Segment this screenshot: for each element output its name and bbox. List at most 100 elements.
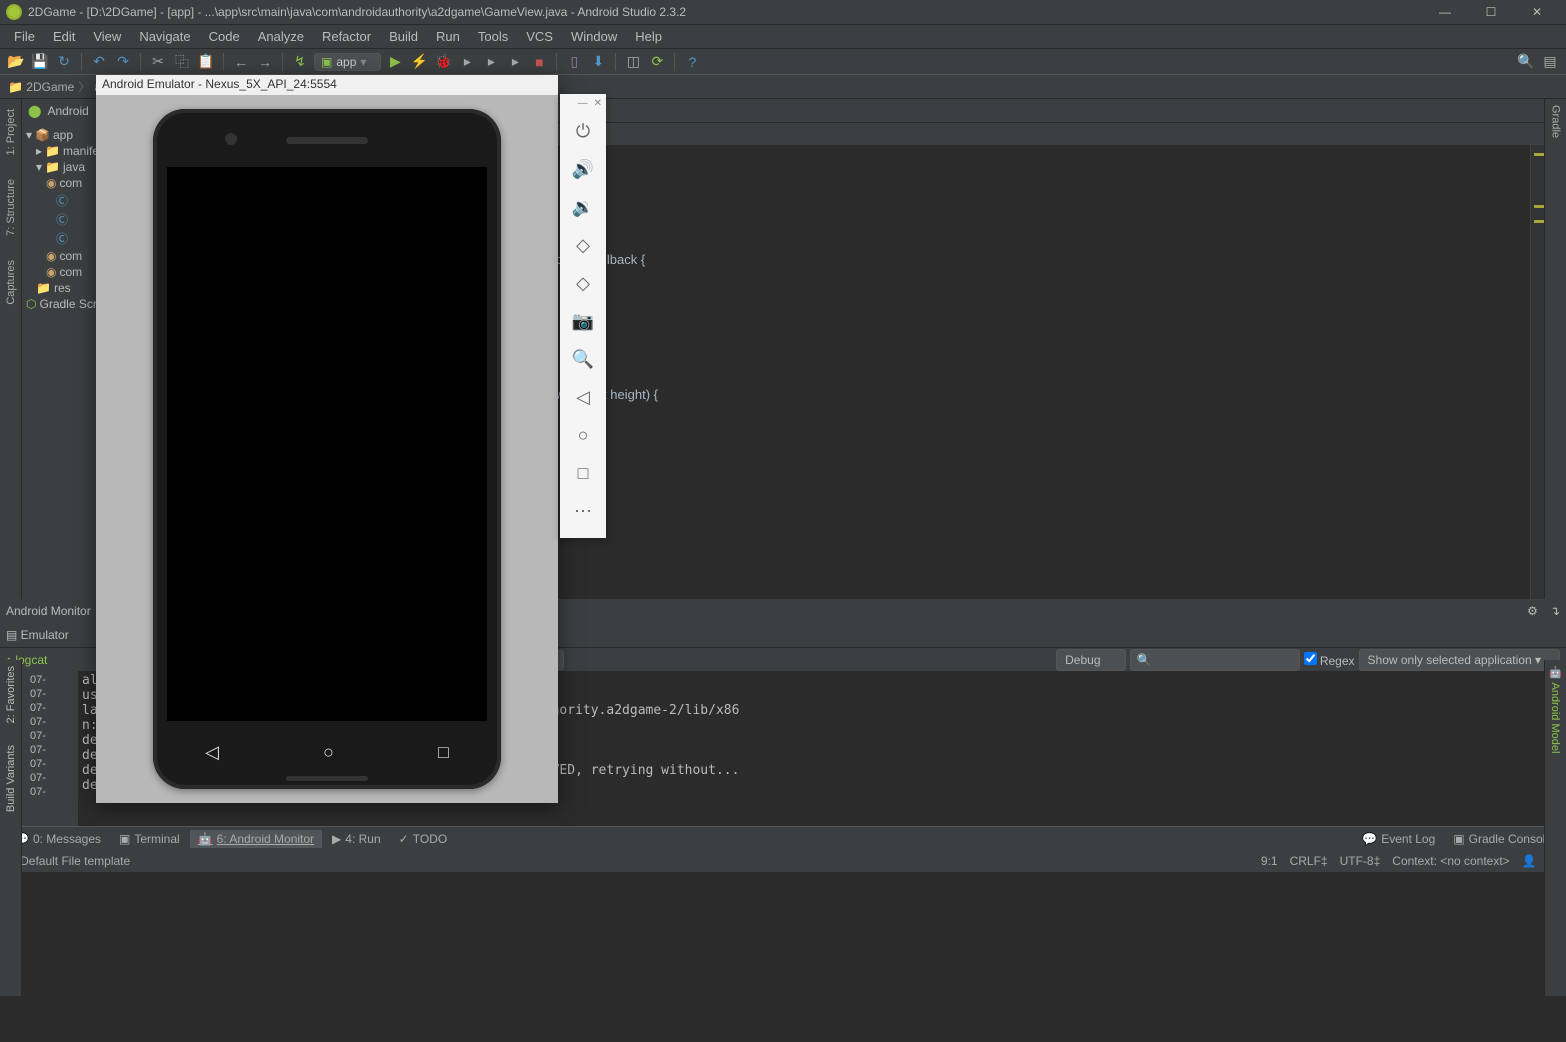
project-tree-item[interactable]: ▸ 📁 manifests [26,143,93,159]
gear-icon[interactable]: ⚙ [1527,604,1538,618]
project-tree-item[interactable]: ▾ 📦 app [26,127,93,143]
run-cov-icon[interactable]: ▸ [457,52,477,72]
breadcrumb-item[interactable]: 📁 2DGame [6,80,76,94]
redo-icon[interactable]: ↷ [113,52,133,72]
recent-button-icon[interactable]: □ [438,742,449,763]
line-sep[interactable]: CRLF‡ [1290,854,1328,868]
maximize-button[interactable]: ☐ [1468,0,1514,25]
project-tree-item[interactable]: Ⓒ [26,229,93,248]
device-screen[interactable] [167,167,487,721]
rotate-left-icon[interactable]: ◇ [563,226,603,264]
bottom-tab[interactable]: ✓ TODO [391,830,456,848]
profile-icon[interactable]: ▸ [481,52,501,72]
favorites-tab[interactable]: 2: Favorites [5,660,17,729]
rotate-right-icon[interactable]: ◇ [563,264,603,302]
volume-up-icon[interactable]: 🔊 [563,150,603,188]
back-button-icon[interactable]: ◁ [205,742,219,763]
em-back-icon[interactable]: ◁ [563,378,603,416]
menu-window[interactable]: Window [563,27,625,46]
split-icon[interactable]: ▤ [1540,52,1560,72]
menu-help[interactable]: Help [627,27,670,46]
structure-tab[interactable]: 7: Structure [3,173,19,242]
sync2-icon[interactable]: ⟳ [647,52,667,72]
regex-checkbox[interactable]: Regex [1304,652,1355,668]
build-variants-tab[interactable]: Build Variants [5,739,17,818]
cut-icon[interactable]: ✂ [148,52,168,72]
app-filter-dropdown[interactable]: Show only selected application ▾ [1359,649,1560,671]
menu-run[interactable]: Run [428,27,468,46]
avd-icon[interactable]: ▯ [564,52,584,72]
log-level-dropdown[interactable]: Debug [1056,649,1125,671]
more-icon[interactable]: ⋯ [563,492,603,530]
bottom-tab-right[interactable]: ▣ Gradle Console [1445,830,1560,848]
bottom-tab[interactable]: 🤖 6: Android Monitor [190,830,322,848]
power-icon[interactable]: ⏻ [563,112,603,150]
bottom-tab[interactable]: ▣ Terminal [111,830,188,848]
structure-icon[interactable]: ◫ [623,52,643,72]
error-stripe[interactable] [1530,145,1544,599]
sdk-icon[interactable]: ⬇ [588,52,608,72]
save-icon[interactable]: 💾 [30,52,50,72]
screenshot-icon[interactable]: 📷 [563,302,603,340]
search-icon[interactable]: 🔍 [1516,52,1536,72]
back-icon[interactable]: ← [231,52,251,72]
encoding[interactable]: UTF-8‡ [1340,854,1381,868]
project-tree-item[interactable]: Ⓒ [26,191,93,210]
project-tree-item[interactable]: ▾ 📁 java [26,159,93,175]
hector-icon[interactable]: 👤 [1522,854,1537,868]
menu-refactor[interactable]: Refactor [314,27,379,46]
android-model-tab[interactable]: 🤖 Android Model [1549,660,1562,759]
emulator-tab[interactable]: ▤ Emulator [6,628,69,642]
copy-icon[interactable]: ⿻ [172,52,192,72]
menu-navigate[interactable]: Navigate [131,27,198,46]
log-search-input[interactable]: 🔍 [1130,649,1300,671]
run-icon[interactable]: ▶ [385,52,405,72]
caret-position[interactable]: 9:1 [1261,854,1278,868]
zoom-icon[interactable]: 🔍 [563,340,603,378]
menu-view[interactable]: View [85,27,129,46]
run-config-dropdown[interactable]: ▣app ▾ [314,53,381,71]
em-minimize-icon[interactable]: — [578,98,588,112]
project-tree-item[interactable]: ◉ com [26,264,93,280]
project-tree-item[interactable]: ◉ com [26,248,93,264]
hide-icon[interactable]: ↴ [1550,604,1560,618]
bottom-tab[interactable]: ▶ 4: Run [324,830,389,848]
em-home-icon[interactable]: ○ [563,416,603,454]
em-close-icon[interactable]: ✕ [594,98,602,112]
emulator-window[interactable]: Android Emulator - Nexus_5X_API_24:5554 … [96,75,558,803]
project-tab[interactable]: 1: Project [3,103,19,161]
project-tree-item[interactable]: Ⓒ [26,210,93,229]
captures-tab[interactable]: Captures [3,254,19,311]
menu-vcs[interactable]: VCS [518,27,561,46]
minimize-button[interactable]: — [1422,0,1468,25]
sync-icon[interactable]: ↻ [54,52,74,72]
menu-edit[interactable]: Edit [45,27,83,46]
volume-down-icon[interactable]: 🔉 [563,188,603,226]
open-icon[interactable]: 📂 [6,52,26,72]
make-icon[interactable]: ↯ [290,52,310,72]
project-tree-item[interactable]: ◉ com [26,175,93,191]
menu-build[interactable]: Build [381,27,426,46]
attach-icon[interactable]: ▸ [505,52,525,72]
menu-code[interactable]: Code [201,27,248,46]
emulator-titlebar[interactable]: Android Emulator - Nexus_5X_API_24:5554 [96,75,558,95]
stop-icon[interactable]: ■ [529,52,549,72]
menu-tools[interactable]: Tools [470,27,516,46]
menu-analyze[interactable]: Analyze [250,27,312,46]
undo-icon[interactable]: ↶ [89,52,109,72]
project-tree-item[interactable]: 📁 res [26,280,93,296]
menu-file[interactable]: File [6,27,43,46]
project-tree-item[interactable]: ⬡ Gradle Scripts [26,296,93,312]
em-recent-icon[interactable]: □ [563,454,603,492]
paste-icon[interactable]: 📋 [196,52,216,72]
project-view-dropdown[interactable]: Android [47,104,88,118]
bottom-tab-right[interactable]: 💬 Event Log [1354,830,1443,848]
debug-icon[interactable]: 🐞 [433,52,453,72]
forward-icon[interactable]: → [255,52,275,72]
help-icon[interactable]: ? [682,52,702,72]
close-button[interactable]: ✕ [1514,0,1560,25]
context[interactable]: Context: <no context> [1392,854,1509,868]
apply-changes-icon[interactable]: ⚡ [409,52,429,72]
gradle-tab[interactable]: Gradle [1548,99,1564,144]
home-button-icon[interactable]: ○ [323,742,334,763]
